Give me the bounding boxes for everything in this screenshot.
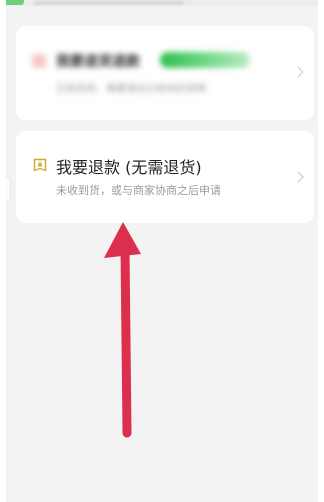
option-return-and-refund[interactable]: 我要退货退款 已收到货，需要退还已收到的货物: [16, 26, 314, 120]
refund-type-screen: 我要退货退款 已收到货，需要退还已收到的货物 我要退款 (无需退货) 未收到货，…: [6, 0, 318, 502]
refund-tag-icon: [33, 158, 47, 172]
side-handle: [6, 176, 11, 202]
chevron-right-icon: [292, 66, 304, 78]
top-blurred-text: [34, 1, 184, 5]
option-subtitle: 已收到货，需要退还已收到的货物: [56, 84, 206, 95]
return-icon: [32, 54, 46, 68]
option-title: 我要退款 (无需退货): [56, 158, 202, 177]
option-refund-only[interactable]: 我要退款 (无需退货) 未收到货，或与商家协商之后申请: [16, 131, 314, 223]
option-badge: [160, 52, 250, 68]
top-status-strip: [6, 0, 318, 6]
chevron-right-icon: [292, 171, 304, 183]
option-subtitle: 未收到货，或与商家协商之后申请: [56, 184, 221, 197]
option-title: 我要退货退款: [56, 54, 140, 70]
top-green-marker: [6, 0, 24, 5]
